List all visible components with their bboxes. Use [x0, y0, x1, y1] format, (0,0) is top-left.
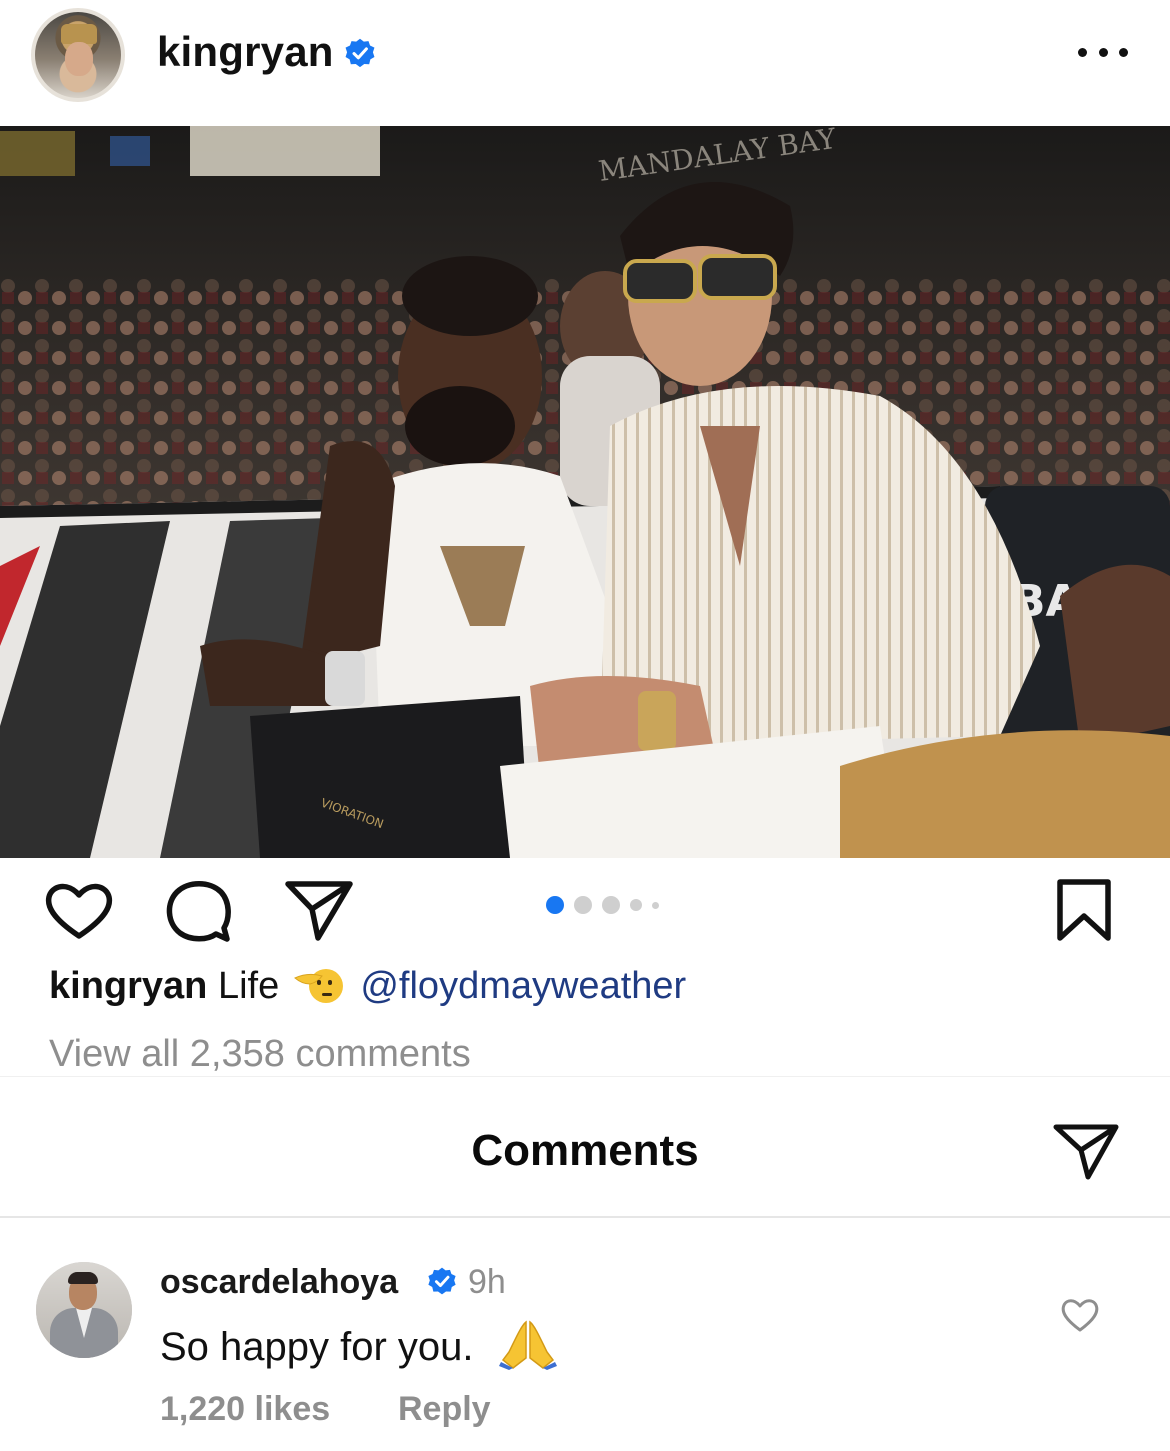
post-header: kingryan	[0, 0, 1170, 126]
view-all-comments-link[interactable]: View all 2,358 comments	[49, 1033, 471, 1076]
avatar-image	[35, 12, 121, 98]
comment-username[interactable]: oscardelahoya	[160, 1263, 398, 1302]
comment-likes-count[interactable]: 1,220 likes	[160, 1390, 330, 1429]
screen-light	[110, 136, 150, 166]
carousel-dot-active	[546, 896, 564, 914]
caption-mention-link[interactable]: @floydmayweather	[360, 965, 686, 1007]
share-icon[interactable]	[284, 879, 354, 943]
comment-body: So happy for you.	[160, 1325, 474, 1369]
saluting-face-icon	[293, 969, 343, 1003]
sunglass-left-lens	[623, 259, 697, 303]
leather-pants	[250, 696, 530, 858]
reply-button[interactable]: Reply	[398, 1390, 491, 1429]
heart-icon[interactable]	[44, 880, 114, 942]
carousel-dot	[652, 901, 659, 909]
post-username[interactable]: kingryan	[157, 28, 334, 76]
verified-badge-icon	[345, 38, 375, 68]
face-shape	[65, 42, 93, 76]
right-person-arm	[1060, 564, 1170, 746]
comments-sheet-title: Comments	[471, 1126, 699, 1175]
comment-avatar[interactable]	[36, 1262, 132, 1358]
comment-timestamp: 9h	[468, 1263, 506, 1301]
comment-text: So happy for you.	[160, 1318, 557, 1370]
man-left-beard	[405, 386, 515, 466]
verified-badge-icon	[428, 1267, 456, 1295]
sunglass-right-lens	[698, 254, 777, 300]
more-dot	[1098, 47, 1108, 57]
carousel-indicator	[546, 895, 659, 915]
caption-text: Life	[217, 965, 280, 1007]
carousel-dot	[602, 896, 620, 914]
gold-watch	[638, 691, 676, 751]
post-caption: kingryan Life @floydmayweather	[49, 962, 686, 1008]
carousel-dot	[630, 899, 642, 911]
crown-shape	[61, 24, 97, 44]
comment-like-heart-icon[interactable]	[1061, 1297, 1099, 1333]
photo-illustration: MANDALAY BAY BA VIORATION	[0, 126, 1170, 858]
man-left-hair	[402, 256, 538, 336]
more-options-button[interactable]	[1078, 42, 1128, 62]
comment-icon[interactable]	[164, 878, 234, 944]
wrist-watch	[325, 651, 365, 706]
bookmark-icon[interactable]	[1056, 878, 1112, 944]
profile-avatar[interactable]	[31, 8, 125, 102]
folded-hands-icon	[498, 1320, 557, 1370]
avatar-hair	[68, 1272, 98, 1284]
post-photo[interactable]: MANDALAY BAY BA VIORATION	[0, 126, 1170, 858]
carousel-dot	[574, 896, 592, 914]
more-dot	[1078, 47, 1087, 57]
scoreboard-sign	[0, 131, 75, 176]
paper-plane-icon[interactable]	[1052, 1121, 1120, 1183]
more-dot	[1119, 47, 1128, 57]
sheet-divider	[0, 1216, 1170, 1218]
scoreboard-light	[190, 126, 380, 176]
caption-username[interactable]: kingryan	[49, 965, 207, 1007]
